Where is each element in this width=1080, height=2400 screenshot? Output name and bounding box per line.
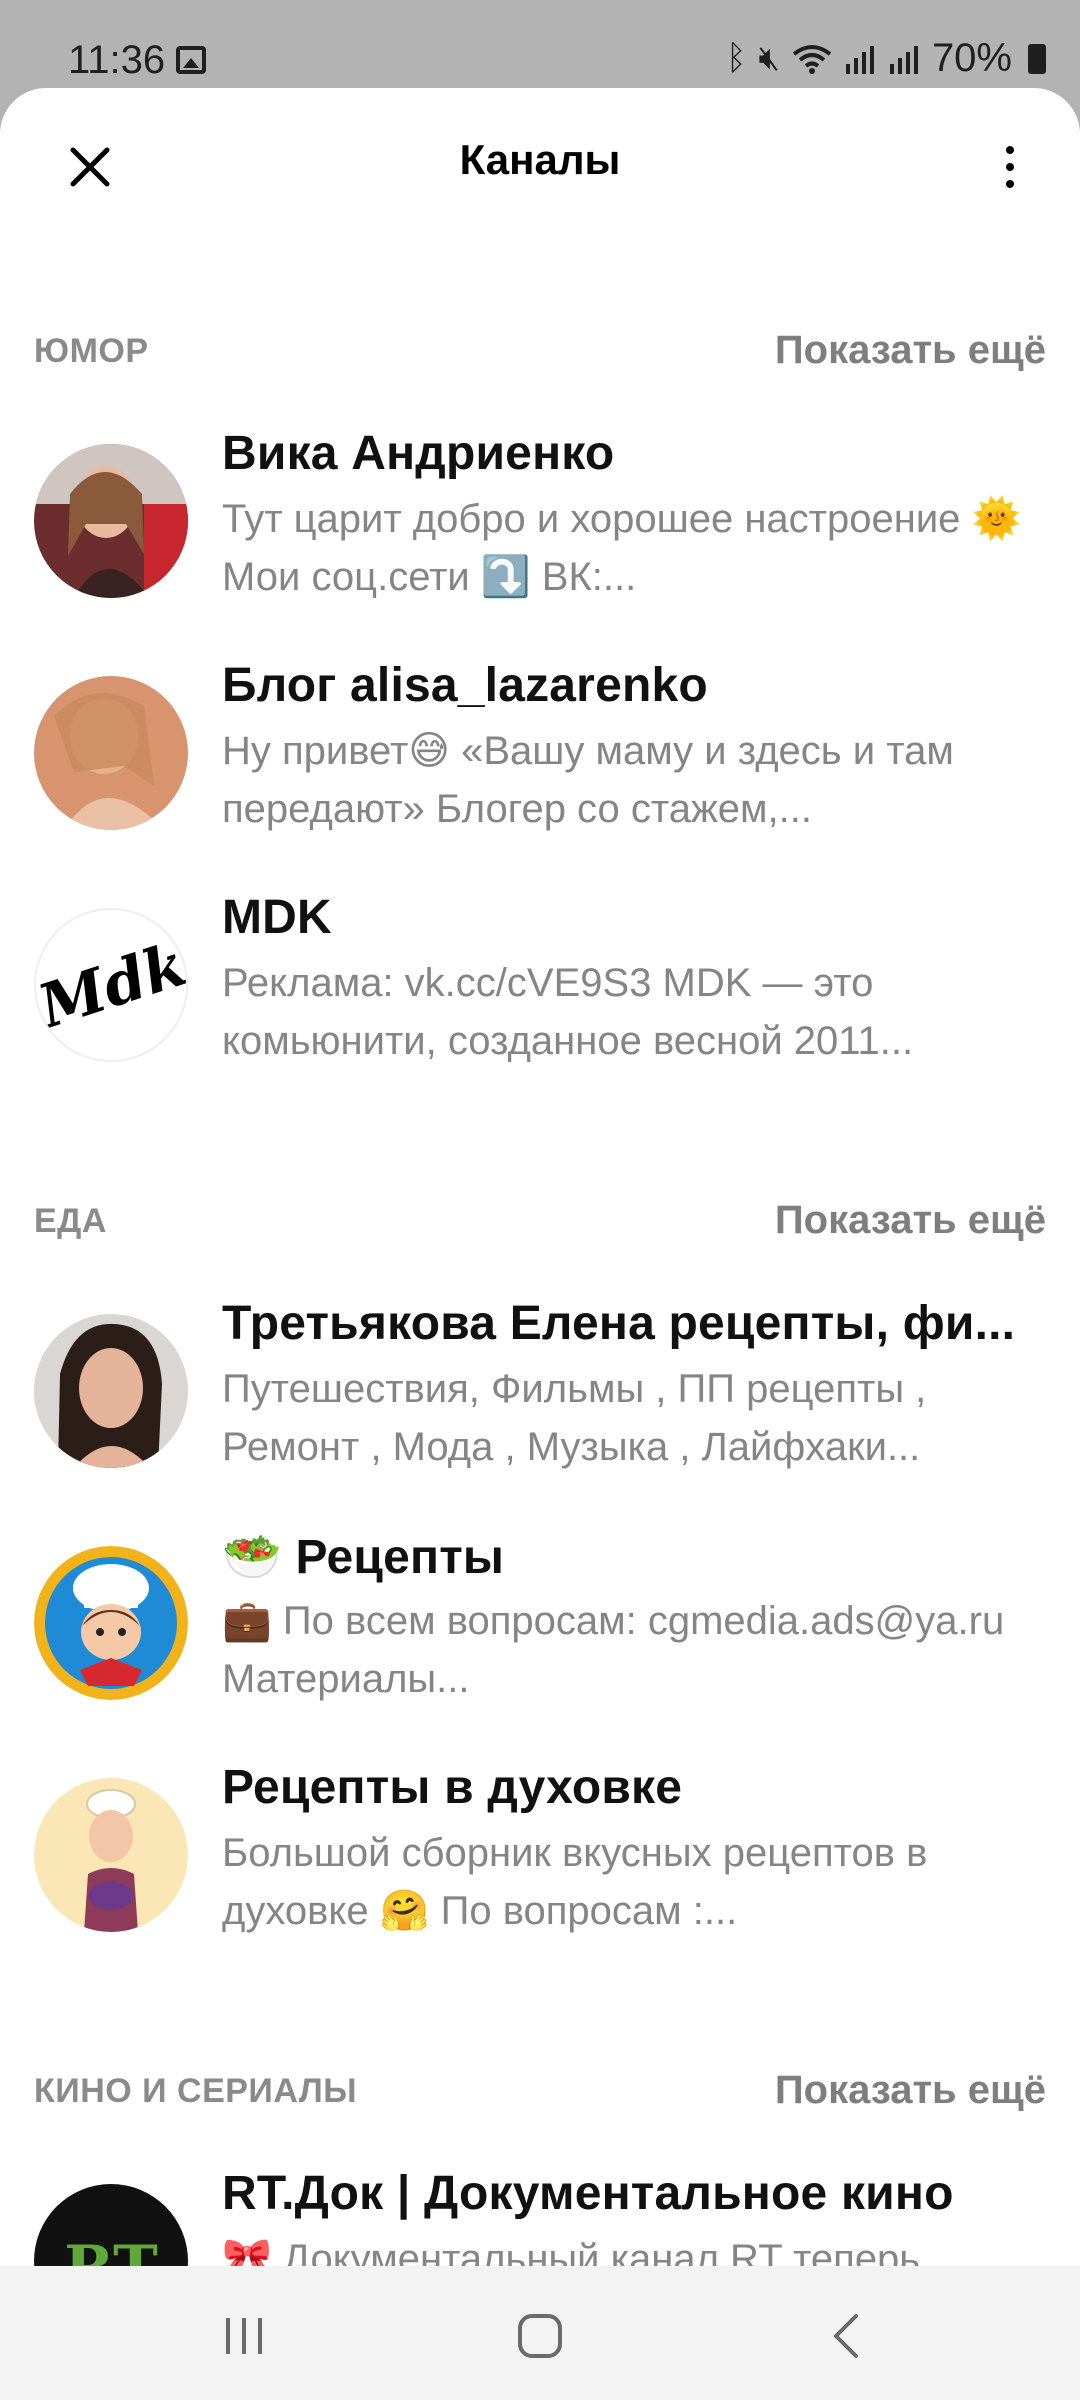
channel-description: Реклама: vk.cc/cVE9S3 MDK — это комьюнит…: [222, 961, 914, 1063]
channel-name: Рецепты в духовке: [222, 1761, 683, 1814]
channel-description: Большой сборник вкусных рецептов в духов…: [222, 1831, 928, 1933]
channels-sheet: Каналы ЮМОР Показать ещё Вика Андриенко …: [0, 88, 1080, 2400]
section-header-movies: КИНО И СЕРИАЛЫ Показать ещё: [34, 2060, 1046, 2120]
avatar: [34, 1314, 188, 1468]
avatar: Mdk: [34, 908, 188, 1062]
channel-item[interactable]: Третьякова Елена рецепты, фи... Путешест…: [0, 1296, 1080, 1496]
avatar: [34, 444, 188, 598]
show-more-link[interactable]: Показать ещё: [775, 1198, 1046, 1243]
status-time: 11:36: [68, 38, 166, 82]
home-icon: [518, 2314, 562, 2358]
recent-apps-button[interactable]: [204, 2306, 284, 2366]
section-title: КИНО И СЕРИАЛЫ: [34, 2072, 357, 2110]
more-vertical-icon: [1006, 146, 1014, 154]
status-bar: 11:36 ᛒ 🔇︎ 70%: [0, 0, 1080, 90]
signal-icon-2: [889, 45, 918, 74]
show-more-link[interactable]: Показать ещё: [775, 2068, 1046, 2113]
channel-item[interactable]: Mdk MDK Реклама: vk.cc/cVE9S3 MDK — это …: [0, 890, 1080, 1090]
status-icons: ᛒ 🔇︎ 70%: [726, 36, 1046, 81]
image-notification-icon: [176, 46, 206, 74]
channel-item[interactable]: Рецепты в духовке Большой сборник вкусны…: [0, 1760, 1080, 1960]
battery-icon: [1028, 43, 1046, 74]
avatar: [34, 1778, 188, 1932]
bluetooth-icon: ᛒ: [726, 39, 747, 77]
back-icon: [834, 2314, 858, 2358]
page-title: Каналы: [459, 136, 621, 183]
show-more-link[interactable]: Показать ещё: [775, 328, 1046, 373]
battery-percent: 70%: [931, 36, 1012, 80]
avatar: [34, 676, 188, 830]
header: Каналы: [0, 88, 1080, 238]
channel-name: 🥗 Рецепты: [222, 1531, 505, 1584]
channel-name: Вика Андриенко: [222, 427, 615, 480]
channel-item[interactable]: Блог alisa_lazarenko Ну привет😅 «Вашу ма…: [0, 658, 1080, 858]
channel-item[interactable]: Вика Андриенко Тут царит добро и хорошее…: [0, 426, 1080, 626]
channel-description: Ну привет😅 «Вашу маму и здесь и там пере…: [222, 729, 954, 831]
section-title: ЕДА: [34, 1202, 107, 1240]
channel-description: Путешествия, Фильмы , ПП рецепты , Ремон…: [222, 1367, 927, 1469]
back-button[interactable]: [806, 2306, 886, 2366]
mute-icon: 🔇︎: [758, 39, 780, 77]
channel-item[interactable]: 🥗 Рецепты 💼 По всем вопросам: cgmedia.ad…: [0, 1528, 1080, 1728]
channel-name: MDK: [222, 891, 332, 944]
avatar: [34, 1546, 188, 1700]
signal-icon: [845, 45, 874, 74]
channel-name: Блог alisa_lazarenko: [222, 659, 708, 712]
section-header-humor: ЮМОР Показать ещё: [34, 320, 1046, 380]
section-header-food: ЕДА Показать ещё: [34, 1190, 1046, 1250]
channel-name: RT.Док | Документальное кино: [222, 2167, 954, 2220]
recent-apps-icon: [226, 2318, 262, 2354]
home-button[interactable]: [500, 2306, 580, 2366]
channel-description: 💼 По всем вопросам: cgmedia.ads@ya.ru Ма…: [222, 1599, 1005, 1701]
channel-description: Тут царит добро и хорошее настроение 🌞 М…: [222, 497, 1022, 599]
more-options-button[interactable]: [980, 132, 1040, 202]
section-title: ЮМОР: [34, 332, 149, 370]
channel-name: Третьякова Елена рецепты, фи...: [222, 1297, 1016, 1350]
wifi-icon: [792, 44, 832, 74]
system-nav-bar: [0, 2266, 1080, 2400]
